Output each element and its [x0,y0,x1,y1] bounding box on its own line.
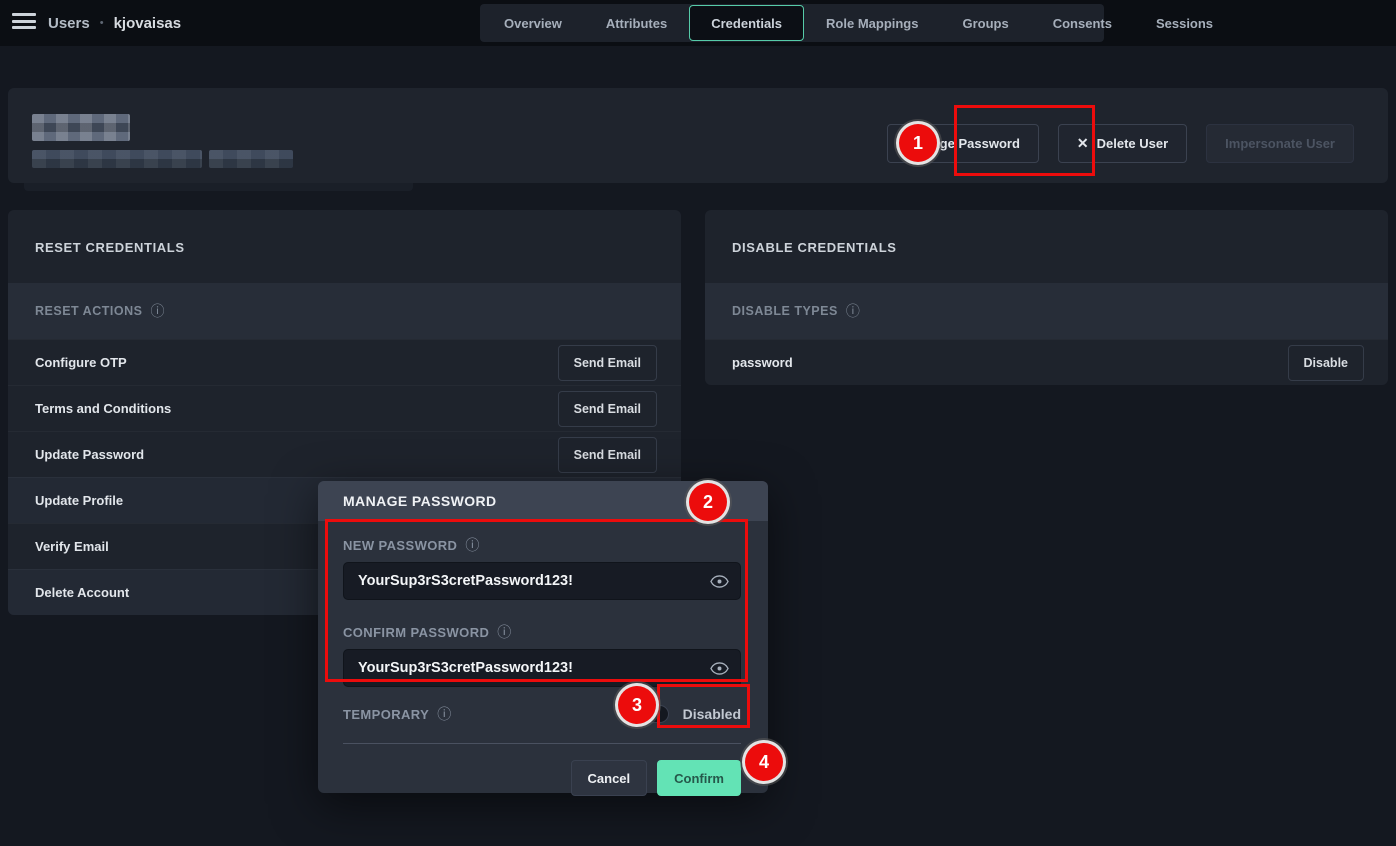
x-icon: ✕ [1077,135,1089,152]
tab-role-mappings[interactable]: Role Mappings [804,5,940,41]
reset-actions-header: RESET ACTIONS ⓘ [8,283,681,339]
row-label: Verify Email [35,539,109,554]
eye-icon[interactable] [710,574,729,589]
row-label: Update Profile [35,493,123,508]
header-shadow-strip [24,183,413,191]
modal-divider [343,743,741,744]
send-email-button[interactable]: Send Email [558,437,657,473]
confirm-button[interactable]: Confirm [657,760,741,796]
breadcrumb-separator: • [100,17,104,29]
table-row: Configure OTP Send Email [8,339,681,385]
tab-attributes[interactable]: Attributes [584,5,689,41]
confirm-password-field-wrap [343,649,743,687]
eye-icon[interactable] [710,661,729,676]
new-password-label-row: NEW PASSWORD ⓘ [343,535,743,555]
new-password-input[interactable] [343,562,741,600]
new-password-field-wrap [343,562,743,600]
row-label: password [732,355,793,370]
modal-body: NEW PASSWORD ⓘ CONFIRM PASSWORD ⓘ [318,521,768,796]
toggle-state-label: Disabled [683,706,741,722]
user-header-card: Manage Password ✕ Delete User Impersonat… [8,88,1388,183]
info-icon[interactable]: ⓘ [437,704,451,724]
breadcrumb-section[interactable]: Users [48,15,90,32]
disable-types-header: DISABLE TYPES ⓘ [705,283,1388,339]
delete-user-button[interactable]: ✕ Delete User [1058,124,1187,163]
annotation-step-4: 4 [745,743,783,781]
annotation-step-2: 2 [689,483,727,521]
info-icon[interactable]: ⓘ [150,301,165,321]
tab-credentials[interactable]: Credentials [689,5,804,41]
redacted-username [32,114,130,141]
modal-actions: Cancel Confirm [343,760,741,796]
redacted-user-details [209,150,293,168]
row-label: Configure OTP [35,355,127,370]
annotation-step-3: 3 [618,686,656,724]
user-tabs: Overview Attributes Credentials Role Map… [480,4,1104,42]
temporary-label-row: TEMPORARY ⓘ [343,704,452,724]
info-icon[interactable]: ⓘ [465,535,479,555]
breadcrumb: Users • kjovaisas [48,0,181,46]
disable-credentials-panel: DISABLE CREDENTIALS DISABLE TYPES ⓘ pass… [705,210,1388,385]
info-icon[interactable]: ⓘ [846,301,861,321]
send-email-button[interactable]: Send Email [558,345,657,381]
tab-groups[interactable]: Groups [940,5,1030,41]
row-label: Update Password [35,447,144,462]
tab-overview[interactable]: Overview [482,5,584,41]
redacted-user-details [32,150,202,168]
confirm-password-input[interactable] [343,649,741,687]
impersonate-user-button[interactable]: Impersonate User [1206,124,1354,163]
row-label: Terms and Conditions [35,401,171,416]
hamburger-menu-icon[interactable] [12,13,36,33]
disable-button[interactable]: Disable [1288,345,1364,381]
tab-consents[interactable]: Consents [1031,5,1134,41]
user-action-buttons: Manage Password ✕ Delete User Impersonat… [887,124,1354,163]
confirm-password-label: CONFIRM PASSWORD [343,625,489,640]
info-icon[interactable]: ⓘ [497,622,511,642]
row-label: Delete Account [35,585,129,600]
reset-actions-label: RESET ACTIONS [35,304,142,318]
manage-password-modal: MANAGE PASSWORD NEW PASSWORD ⓘ CONFIRM P… [318,481,768,793]
send-email-button[interactable]: Send Email [558,391,657,427]
confirm-password-label-row: CONFIRM PASSWORD ⓘ [343,622,743,642]
cancel-button[interactable]: Cancel [571,760,648,796]
tab-sessions[interactable]: Sessions [1134,5,1235,41]
reset-credentials-title: RESET CREDENTIALS [8,210,681,283]
breadcrumb-username: kjovaisas [114,15,182,32]
disable-types-label: DISABLE TYPES [732,304,838,318]
table-row: Terms and Conditions Send Email [8,385,681,431]
top-bar: Users • kjovaisas Overview Attributes Cr… [0,0,1396,46]
annotation-step-1: 1 [899,124,937,162]
table-row: password Disable [705,339,1388,385]
new-password-label: NEW PASSWORD [343,538,457,553]
temporary-row: TEMPORARY ⓘ Disabled [343,704,741,724]
temporary-label: TEMPORARY [343,707,429,722]
delete-user-label: Delete User [1097,136,1169,151]
keycloak-admin-page: Users • kjovaisas Overview Attributes Cr… [0,0,1396,846]
table-row: Update Password Send Email [8,431,681,477]
disable-credentials-title: DISABLE CREDENTIALS [705,210,1388,283]
